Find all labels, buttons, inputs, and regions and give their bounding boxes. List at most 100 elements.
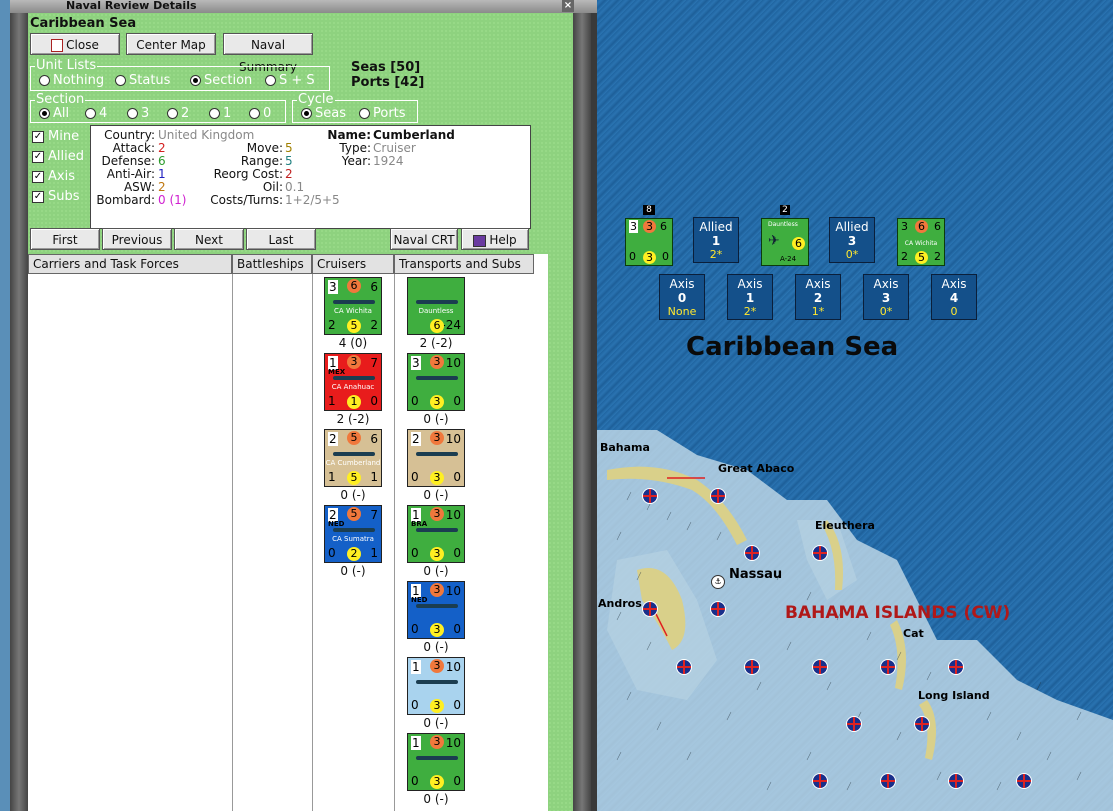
radio-s-plus-s[interactable]: S + S — [265, 73, 315, 88]
axis-box-1[interactable]: Axis 1 2* — [727, 274, 773, 320]
naval-crt-button[interactable]: Naval CRT — [390, 228, 458, 250]
column-header-transports-subs[interactable]: Transports and Subs — [394, 254, 534, 274]
oil-value: 0.1 — [285, 180, 305, 194]
first-button[interactable]: First — [30, 228, 100, 250]
axis-box-4[interactable]: Axis 4 0 — [931, 274, 977, 320]
counter-defense: 3 — [430, 507, 444, 521]
axis-box-sub: None — [667, 305, 697, 318]
right-scrollbar[interactable] — [573, 13, 591, 811]
type-value: Cruiser — [373, 141, 416, 155]
uk-flag-icon — [880, 659, 896, 675]
section-3[interactable]: 3 — [127, 106, 149, 121]
counter-defense: 3 — [430, 735, 444, 749]
radio-section[interactable]: Section — [190, 73, 252, 88]
counter-bottom-right: 0 — [370, 394, 378, 408]
next-button[interactable]: Next — [174, 228, 244, 250]
radio-label: Status — [129, 73, 171, 88]
ship-counter[interactable]: 1 10 0 0 3 3 NED — [407, 581, 465, 639]
section-legend: Section — [35, 92, 86, 107]
ship-silhouette-icon — [416, 376, 458, 380]
map-unit-counter-3[interactable]: 3 6 6 CA Wichita 2 5 2 — [897, 218, 945, 266]
axis-box-0[interactable]: Axis 0 None — [659, 274, 705, 320]
counter-yellow: 3 — [430, 547, 444, 561]
axis-box-label: Axis — [873, 277, 899, 291]
ship-counter[interactable]: 1 10 0 0 3 3 BRA — [407, 505, 465, 563]
counter-attack: 3 — [328, 280, 338, 294]
counter-nation: MEX — [328, 368, 346, 376]
review-panel: Caribbean Sea Close Center Map Naval Sum… — [28, 13, 573, 811]
filter-mine[interactable]: ✓ Mine — [32, 129, 79, 144]
map-unit-counter-2[interactable]: Dauntless ✈ 6 A-24 — [761, 218, 809, 266]
section-0[interactable]: 0 — [249, 106, 271, 121]
place-label-bahama: Bahama — [600, 441, 650, 454]
cycle-seas[interactable]: Seas — [301, 106, 346, 121]
previous-button[interactable]: Previous — [102, 228, 172, 250]
counter-yellow: 1 — [347, 395, 361, 409]
port-icon[interactable]: ⚓ — [711, 575, 725, 589]
section-all[interactable]: All — [39, 106, 69, 121]
axis-box-3[interactable]: Axis 3 0* — [863, 274, 909, 320]
ship-counter[interactable]: 3 6 2 2 6 5 CA Wichita — [324, 277, 382, 335]
axis-box-number: 4 — [949, 291, 959, 305]
counter-attack: 2 — [411, 432, 421, 446]
ship-counter[interactable]: 2 10 0 0 3 3 — [407, 429, 465, 487]
ship-counter[interactable]: 1 7 1 0 3 1 CA Anahuac MEX — [324, 353, 382, 411]
costs-turns-value: 1+2/5+5 — [285, 193, 340, 207]
counter-yellow: 3 — [430, 699, 444, 713]
counter-defense: 5 — [347, 507, 361, 521]
ship-counter[interactable]: 1 10 0 0 3 3 — [407, 657, 465, 715]
window-titlebar[interactable]: Naval Review Details × — [10, 0, 597, 13]
axis-box-2[interactable]: Axis 2 1* — [795, 274, 841, 320]
country-value: United Kingdom — [158, 128, 255, 142]
filter-label: Subs — [48, 189, 80, 204]
ship-counter[interactable]: 3 10 0 0 3 3 — [407, 353, 465, 411]
move-label: Move: — [246, 141, 283, 155]
ship-silhouette-icon — [333, 528, 375, 532]
radio-label: 0 — [263, 106, 272, 121]
radio-status[interactable]: Status — [115, 73, 170, 88]
axis-box-label: Axis — [941, 277, 967, 291]
naval-summary-button[interactable]: Naval Summary — [223, 33, 313, 74]
section-4[interactable]: 4 — [85, 106, 107, 121]
range-label: Range: — [240, 154, 283, 168]
place-label-andros: Andros — [598, 597, 642, 610]
counter-nation: BRA — [411, 520, 428, 528]
center-map-button[interactable]: Center Map — [126, 33, 216, 55]
allied-box-1[interactable]: Allied 1 2* — [693, 217, 739, 263]
type-label: Type: — [339, 141, 371, 155]
filter-axis[interactable]: ✓ Axis — [32, 169, 75, 184]
column-header-cruisers[interactable]: Cruisers — [312, 254, 394, 274]
left-scrollbar[interactable] — [10, 13, 28, 811]
section-2[interactable]: 2 — [167, 106, 189, 121]
last-button[interactable]: Last — [246, 228, 316, 250]
cycle-ports[interactable]: Ports — [359, 106, 406, 121]
column-header-carriers[interactable]: Carriers and Task Forces — [28, 254, 232, 274]
ship-counter[interactable]: 2 6 1 1 5 5 CA Cumberland — [324, 429, 382, 487]
column-header-battleships[interactable]: Battleships — [232, 254, 312, 274]
close-icon[interactable]: × — [562, 0, 574, 12]
map-unit-counter-1[interactable]: 3 3 6 0 3 0 — [625, 218, 673, 266]
radio-label: 3 — [141, 106, 150, 121]
allied-box-number: 1 — [711, 234, 721, 248]
counter-bottom-left: 0 — [411, 622, 419, 636]
counter-caption: 0 (-) — [423, 564, 449, 578]
ship-counter[interactable]: A-24 6 Dauntless — [407, 277, 465, 335]
cycle-group: Cycle Seas Ports — [292, 93, 418, 123]
help-button[interactable]: Help — [461, 228, 529, 250]
close-button[interactable]: Close — [30, 33, 120, 55]
radio-nothing[interactable]: Nothing — [39, 73, 104, 88]
filter-subs[interactable]: ✓ Subs — [32, 189, 80, 204]
ports-count: Ports [42] — [351, 75, 425, 90]
counter-caption: 2 (-2) — [336, 412, 370, 426]
counter-bottom-left: 2 — [328, 318, 336, 332]
allied-box-3[interactable]: Allied 3 0* — [829, 217, 875, 263]
counter-move: 7 — [370, 508, 378, 522]
help-book-icon — [473, 234, 487, 247]
section-1[interactable]: 1 — [209, 106, 231, 121]
ship-counter[interactable]: 1 10 0 0 3 3 — [407, 733, 465, 791]
uk-flag-icon — [710, 601, 726, 617]
filter-allied[interactable]: ✓ Allied — [32, 149, 84, 164]
allied-box-label: Allied — [699, 220, 733, 234]
game-map[interactable]: 8 3 3 6 0 3 0 Allied 1 2* 2 Dauntless ✈ … — [597, 0, 1113, 811]
ship-counter[interactable]: 2 7 0 1 5 2 CA Sumatra NED — [324, 505, 382, 563]
